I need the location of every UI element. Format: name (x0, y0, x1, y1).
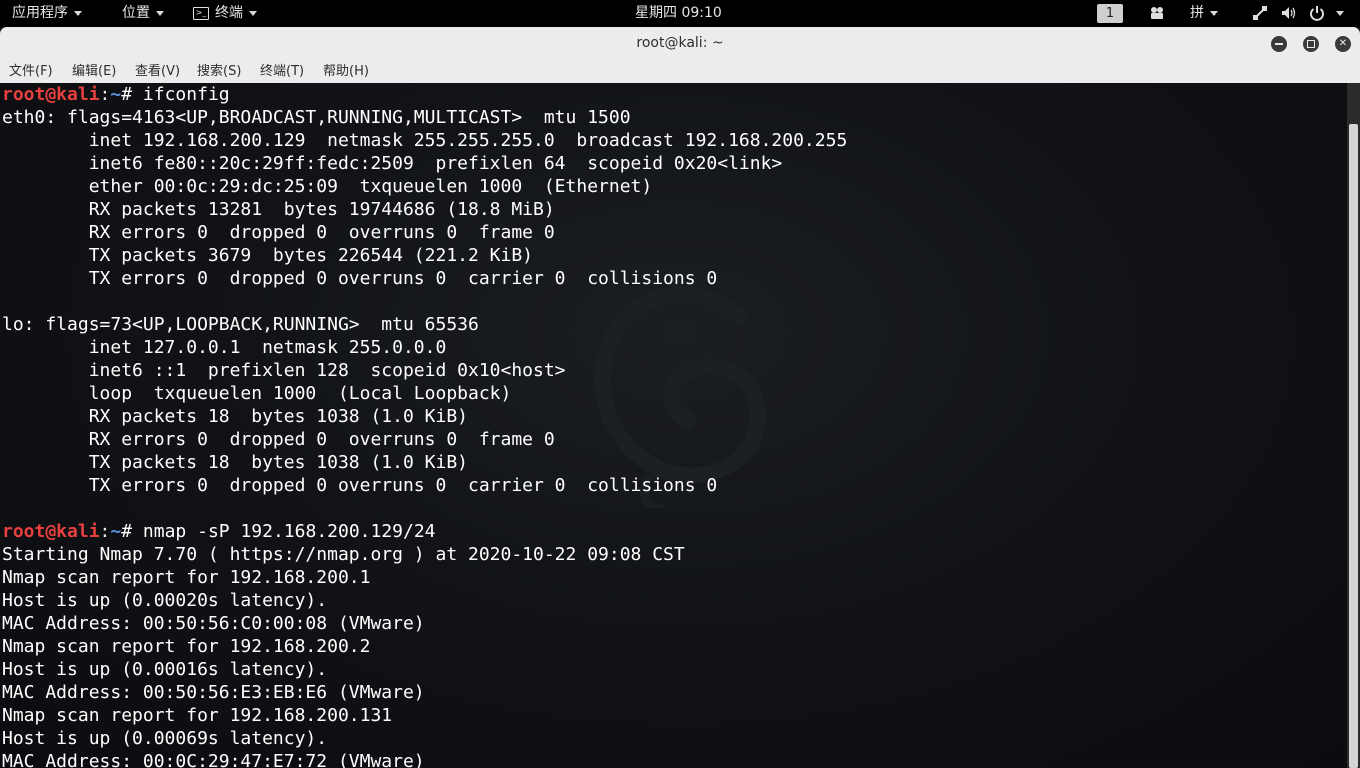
output-line: RX errors 0 dropped 0 overruns 0 frame 0 (2, 429, 555, 450)
output-line: Host is up (0.00016s latency). (2, 659, 328, 680)
applications-label: 应用程序 (12, 5, 68, 21)
close-button[interactable] (1335, 36, 1351, 52)
output-line: inet6 ::1 prefixlen 128 scopeid 0x10<hos… (2, 360, 566, 381)
menu-view[interactable]: 查看(V) (135, 61, 180, 83)
output-line: TX packets 3679 bytes 226544 (221.2 KiB) (2, 245, 534, 266)
output-line: inet 192.168.200.129 netmask 255.255.255… (2, 130, 848, 151)
output-line: eth0: flags=4163<UP,BROADCAST,RUNNING,MU… (2, 107, 631, 128)
output-line: Nmap scan report for 192.168.200.131 (2, 705, 393, 726)
input-method-label: 拼 (1190, 5, 1204, 21)
prompt-symbol: # (121, 521, 143, 542)
command-line: root@kali:~# ifconfig (2, 83, 847, 106)
menu-terminal[interactable]: 终端(T) (260, 61, 304, 83)
prompt-path: ~ (110, 84, 122, 105)
menu-help[interactable]: 帮助(H) (323, 61, 369, 83)
prompt-user: root@kali (2, 521, 100, 542)
chevron-down-icon (1210, 10, 1218, 16)
menu-search[interactable]: 搜索(S) (197, 61, 241, 83)
clock[interactable]: 星期四 09:10 (635, 0, 722, 27)
window-title: root@kali: ~ (636, 35, 724, 51)
output-line: inet 127.0.0.1 netmask 255.0.0.0 (2, 337, 447, 358)
menu-edit[interactable]: 编辑(E) (72, 61, 116, 83)
app-menu-terminal[interactable]: >_ 终端 (193, 0, 257, 27)
places-label: 位置 (122, 5, 150, 21)
network-wired-icon[interactable] (1252, 5, 1268, 21)
output-line: Nmap scan report for 192.168.200.1 (2, 567, 371, 588)
prompt-user: root@kali (2, 84, 100, 105)
terminal-output[interactable]: root@kali:~# ifconfig eth0: flags=4163<UP… (0, 83, 1347, 768)
command-line: root@kali:~# nmap -sP 192.168.200.129/24 (2, 520, 847, 543)
output-line: TX errors 0 dropped 0 overruns 0 carrier… (2, 268, 718, 289)
output-line: Host is up (0.00069s latency). (2, 728, 328, 749)
window-titlebar[interactable]: root@kali: ~ (0, 27, 1360, 61)
terminal-window: root@kali: ~ 文件(F) 编辑(E) 查看(V) 搜索(S) 终端(… (0, 27, 1360, 768)
chevron-down-icon (156, 10, 164, 16)
terminal-icon: >_ (193, 6, 209, 20)
scrollbar-thumb[interactable] (1349, 124, 1358, 768)
output-line: Nmap scan report for 192.168.200.2 (2, 636, 371, 657)
output-line: Host is up (0.00020s latency). (2, 590, 328, 611)
output-line: lo: flags=73<UP,LOOPBACK,RUNNING> mtu 65… (2, 314, 479, 335)
prompt-path: ~ (110, 521, 122, 542)
output-line: inet6 fe80::20c:29ff:fedc:2509 prefixlen… (2, 153, 783, 174)
prompt-symbol: # (121, 84, 143, 105)
top-panel: 应用程序 位置 >_ 终端 星期四 09:10 1 拼 (0, 0, 1360, 27)
chevron-down-icon (249, 10, 257, 16)
output-line: MAC Address: 00:0C:29:47:E7:72 (VMware) (2, 751, 425, 768)
prompt-separator: : (99, 84, 111, 105)
workspace-indicator[interactable]: 1 (1097, 4, 1123, 23)
screen-share-icon[interactable] (1149, 5, 1165, 21)
places-menu[interactable]: 位置 (122, 0, 164, 27)
menu-file[interactable]: 文件(F) (9, 61, 53, 83)
minimize-button[interactable] (1271, 36, 1287, 52)
applications-menu[interactable]: 应用程序 (12, 0, 82, 27)
output-line: TX packets 18 bytes 1038 (1.0 KiB) (2, 452, 468, 473)
output-line: loop txqueuelen 1000 (Local Loopback) (2, 383, 512, 404)
output-line: RX packets 13281 bytes 19744686 (18.8 Mi… (2, 199, 555, 220)
output-line: RX errors 0 dropped 0 overruns 0 frame 0 (2, 222, 555, 243)
output-line: TX errors 0 dropped 0 overruns 0 carrier… (2, 475, 718, 496)
chevron-down-icon[interactable] (1336, 11, 1344, 16)
menu-bar: 文件(F) 编辑(E) 查看(V) 搜索(S) 终端(T) 帮助(H) (0, 61, 1360, 84)
output-line: MAC Address: 00:50:56:E3:EB:E6 (VMware) (2, 682, 425, 703)
output-line: ether 00:0c:29:dc:25:09 txqueuelen 1000 … (2, 176, 653, 197)
output-line: MAC Address: 00:50:56:C0:00:08 (VMware) (2, 613, 425, 634)
power-icon[interactable] (1309, 5, 1325, 21)
prompt-separator: : (99, 521, 111, 542)
app-menu-label: 终端 (215, 5, 243, 21)
chevron-down-icon (74, 10, 82, 16)
volume-icon[interactable] (1280, 5, 1296, 21)
output-line: Starting Nmap 7.70 ( https://nmap.org ) … (2, 544, 685, 565)
output-line: RX packets 18 bytes 1038 (1.0 KiB) (2, 406, 468, 427)
command-text: ifconfig (142, 84, 230, 105)
terminal-lines: root@kali:~# ifconfig eth0: flags=4163<UP… (2, 83, 847, 768)
command-text: nmap -sP 192.168.200.129/24 (142, 521, 436, 542)
input-method-menu[interactable]: 拼 (1190, 0, 1218, 27)
maximize-button[interactable] (1303, 36, 1319, 52)
scrollbar[interactable] (1347, 83, 1360, 768)
